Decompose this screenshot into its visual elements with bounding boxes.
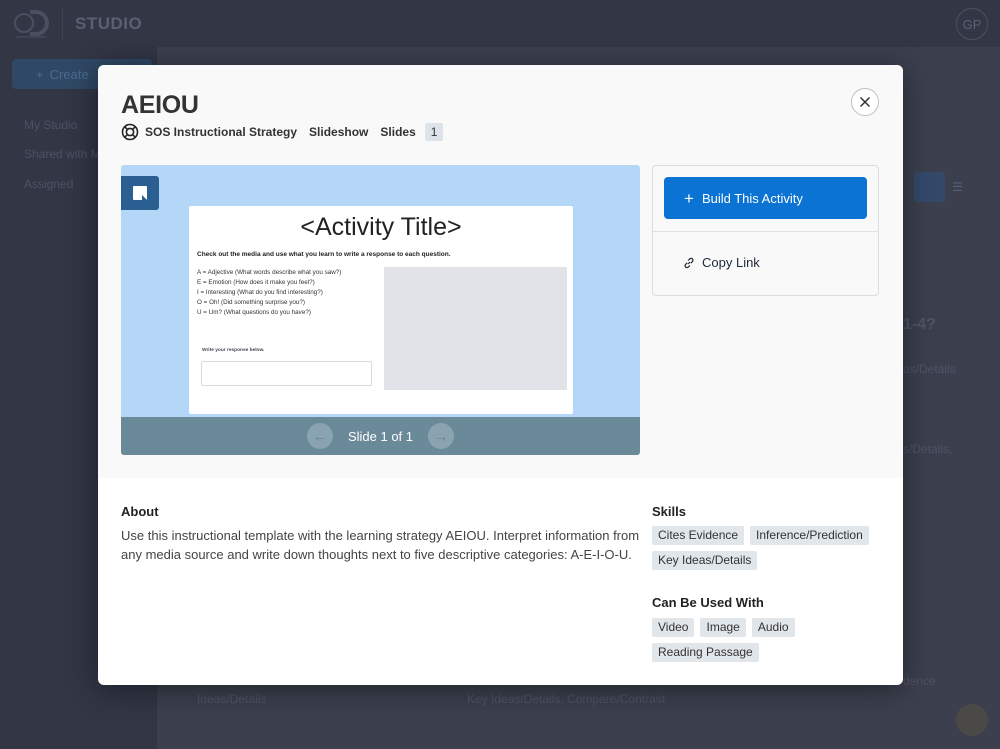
activity-modal: AEIOU SOS Instructional Strategy Slidesh… xyxy=(98,65,903,685)
slide-preview: <Activity Title> Check out the media and… xyxy=(121,165,640,455)
copy-link-button[interactable]: Copy Link xyxy=(683,255,760,270)
slide-title: <Activity Title> xyxy=(300,213,462,241)
media-tag: Image xyxy=(700,618,746,637)
studio-brand: STUDIO xyxy=(75,14,143,33)
media-tag: Reading Passage xyxy=(652,643,759,662)
slide-list-item: E = Emotion (How does it make you feel?) xyxy=(197,279,315,286)
slide-instruction: Check out the media and use what you lea… xyxy=(197,251,451,258)
grid-view-toggle[interactable] xyxy=(914,172,945,202)
skill-tag: Cites Evidence xyxy=(652,526,745,545)
slide-response-label: Write your response below. xyxy=(202,348,265,353)
user-avatar[interactable]: GP xyxy=(956,8,988,40)
copy-link-label: Copy Link xyxy=(702,255,760,270)
arrow-left-icon: ← xyxy=(312,428,327,444)
slide-list: A = Adjective (What words describe what … xyxy=(197,268,341,318)
activity-meta: SOS Instructional Strategy Slideshow Sli… xyxy=(121,122,444,142)
activity-category: SOS Instructional Strategy xyxy=(145,125,298,139)
modal-title: AEIOU xyxy=(121,91,199,119)
action-panel: + Build This Activity Copy Link xyxy=(652,165,879,296)
slide-list-item: O = Oh! (Did something surprise you?) xyxy=(197,299,305,306)
arrow-right-icon: → xyxy=(434,428,449,444)
build-activity-button[interactable]: + Build This Activity xyxy=(664,177,867,219)
background-card-tags: Key Ideas/Details, Compare/Contrast xyxy=(467,692,666,706)
panel-divider xyxy=(653,231,878,232)
about-heading: About xyxy=(121,504,159,519)
media-tag: Audio xyxy=(751,618,795,637)
sidebar-item-assigned[interactable]: Assigned xyxy=(24,177,73,191)
create-label: Create xyxy=(49,66,89,82)
app-header: STUDIO GP xyxy=(0,0,1000,47)
slides-label: Slides xyxy=(380,125,416,139)
previous-slide-button[interactable]: ← xyxy=(306,423,333,449)
sidebar-item-my-studio[interactable]: My Studio xyxy=(24,118,77,132)
slide-media-placeholder xyxy=(384,267,567,390)
slide-thumbnail: <Activity Title> Check out the media and… xyxy=(189,206,573,414)
discovery-logo-icon[interactable] xyxy=(12,8,52,40)
skills-heading: Skills xyxy=(652,504,686,519)
list-view-icon[interactable]: ☰ xyxy=(952,180,970,194)
header-divider xyxy=(62,8,63,40)
background-card-tags: Ideas/Details xyxy=(197,692,267,706)
plus-icon: + xyxy=(36,66,44,82)
about-description: Use this instructional template with the… xyxy=(121,528,640,562)
background-card-tags: dence xyxy=(903,674,936,688)
used-with-tags: Video Image Audio Reading Passage xyxy=(652,618,882,662)
media-tag: Video xyxy=(652,618,695,637)
help-button[interactable] xyxy=(956,704,988,736)
link-icon xyxy=(684,257,694,268)
slide-list-item: A = Adjective (What words describe what … xyxy=(197,269,342,276)
used-with-heading: Can Be Used With xyxy=(652,595,764,610)
note-icon xyxy=(121,176,159,210)
background-card-tags: as/Details xyxy=(903,362,956,376)
close-icon xyxy=(859,96,871,108)
background-card-tags: s/Details, xyxy=(903,442,953,456)
skill-tag: Key Ideas/Details xyxy=(652,551,758,570)
slide-list-item: I = Interesting (What do you find intere… xyxy=(197,289,323,296)
slide-response-box xyxy=(201,361,372,386)
sidebar-item-shared-with-me[interactable]: Shared with Me xyxy=(24,147,107,161)
plus-icon: + xyxy=(684,188,694,208)
close-button[interactable] xyxy=(851,88,879,116)
next-slide-button[interactable]: → xyxy=(428,423,455,449)
activity-type: Slideshow xyxy=(309,125,369,139)
lifebuoy-icon xyxy=(121,123,139,141)
slide-navigation: ← Slide 1 of 1 → xyxy=(121,417,640,455)
skills-tags: Cites Evidence Inference/Prediction Key … xyxy=(652,526,882,570)
skill-tag: Inference/Prediction xyxy=(750,526,869,545)
background-card-title: 1-4? xyxy=(903,316,936,333)
slide-indicator: Slide 1 of 1 xyxy=(347,428,414,444)
build-activity-label: Build This Activity xyxy=(701,190,803,206)
slide-list-item: U = Um? (What questions do you have?) xyxy=(197,309,311,316)
slides-count-badge: 1 xyxy=(424,123,444,141)
